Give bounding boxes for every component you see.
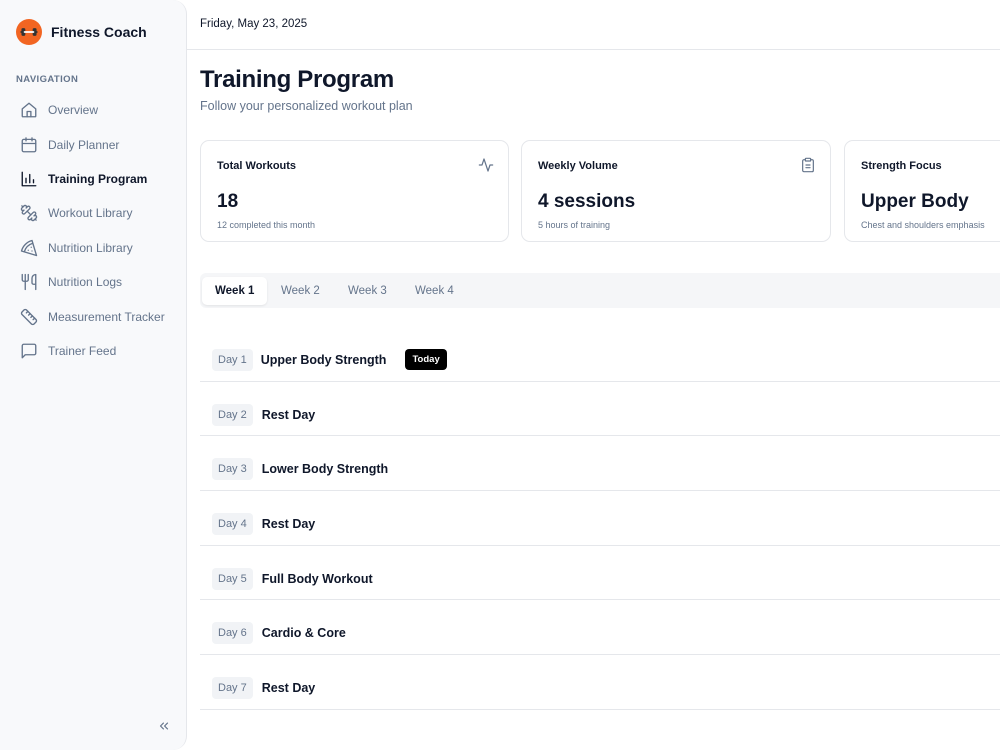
stat-card-note: 5 hours of training xyxy=(538,220,611,230)
sidebar-item-training-program[interactable]: Training Program xyxy=(12,162,177,196)
sidebar-item-daily-planner[interactable]: Daily Planner xyxy=(12,127,177,161)
day-title: Cardio & Core xyxy=(261,626,346,641)
day-row[interactable]: Day 3 Lower Body Strength xyxy=(200,436,1000,492)
message-square-icon xyxy=(21,343,37,359)
sidebar-item-workout-library[interactable]: Workout Library xyxy=(12,196,177,230)
utensils-icon xyxy=(21,273,37,291)
day-title: Full Body Workout xyxy=(261,571,373,586)
week-tabs: Week 1 Week 2 Week 3 Week 4 xyxy=(200,273,1000,308)
day-chip: Day 3 xyxy=(212,458,253,481)
sidebar-item-label: Nutrition Library xyxy=(48,240,133,255)
collapse-sidebar-button[interactable] xyxy=(154,716,174,736)
stat-card-value: Upper Body xyxy=(861,191,969,212)
pizza-icon xyxy=(20,239,38,256)
stat-card-note: 12 completed this month xyxy=(217,220,316,230)
brand[interactable]: Fitness Coach xyxy=(16,19,147,45)
sidebar-nav: Overview Daily Planner Training Program … xyxy=(12,93,177,368)
day-chip: Day 1 xyxy=(212,348,253,371)
dumbbell-icon xyxy=(20,205,38,222)
day-row[interactable]: Day 2 Rest Day xyxy=(200,382,1000,437)
stat-card-strength-focus: Strength Focus Upper Body Chest and shou… xyxy=(844,140,1000,242)
tab-week-4[interactable]: Week 4 xyxy=(402,277,467,305)
sidebar-item-overview[interactable]: Overview xyxy=(12,93,177,127)
day-title: Upper Body Strength xyxy=(260,352,387,367)
page-title: Training Program xyxy=(200,66,394,93)
sidebar-item-label: Measurement Tracker xyxy=(48,309,165,324)
day-list: Day 1 Upper Body Strength Today Day 2 Re… xyxy=(200,327,1000,710)
stat-card-title: Total Workouts xyxy=(217,160,297,172)
day-title: Rest Day xyxy=(261,516,316,531)
chevrons-left-icon xyxy=(159,722,169,730)
stat-card-title: Strength Focus xyxy=(861,160,942,172)
sidebar-item-label: Daily Planner xyxy=(48,137,120,152)
calendar-icon xyxy=(21,136,37,153)
day-title: Rest Day xyxy=(261,680,316,695)
stat-card-weekly-volume: Weekly Volume 4 sessions 5 hours of trai… xyxy=(521,140,831,242)
stat-card-value: 4 sessions xyxy=(538,191,636,212)
clipboard-icon xyxy=(802,157,814,173)
sidebar-item-label: Trainer Feed xyxy=(48,343,117,358)
bar-chart-icon xyxy=(21,171,37,187)
day-row[interactable]: Day 1 Upper Body Strength Today xyxy=(200,327,1000,382)
day-chip: Day 7 xyxy=(212,676,253,699)
stat-card-value: 18 xyxy=(217,191,239,212)
ruler-icon xyxy=(20,308,38,325)
sidebar-item-nutrition-library[interactable]: Nutrition Library xyxy=(12,231,177,265)
nav-heading: NAVIGATION xyxy=(16,74,79,85)
top-bar: Friday, May 23, 2025 xyxy=(187,0,1000,50)
tab-week-2[interactable]: Week 2 xyxy=(268,277,333,305)
page-subtitle: Follow your personalized workout plan xyxy=(200,99,413,113)
stat-card-total-workouts: Total Workouts 18 12 completed this mont… xyxy=(200,140,509,242)
day-title: Lower Body Strength xyxy=(261,462,389,477)
today-badge: Today xyxy=(405,349,447,371)
sidebar-item-measurement-tracker[interactable]: Measurement Tracker xyxy=(12,299,177,333)
home-icon xyxy=(21,102,37,118)
sidebar: Fitness Coach NAVIGATION Overview Daily … xyxy=(0,0,187,750)
sidebar-item-label: Workout Library xyxy=(48,206,133,221)
dumbbell-icon xyxy=(16,19,42,45)
tab-week-1[interactable]: Week 1 xyxy=(202,277,268,305)
tab-week-3[interactable]: Week 3 xyxy=(335,277,400,305)
day-chip: Day 2 xyxy=(212,403,253,426)
stat-card-title: Weekly Volume xyxy=(538,160,618,172)
sidebar-item-nutrition-logs[interactable]: Nutrition Logs xyxy=(12,265,177,299)
day-row[interactable]: Day 5 Full Body Workout xyxy=(200,546,1000,601)
sidebar-item-label: Nutrition Logs xyxy=(48,275,123,290)
sidebar-item-label: Training Program xyxy=(48,171,148,186)
day-row[interactable]: Day 4 Rest Day xyxy=(200,491,1000,546)
stat-card-note: Chest and shoulders emphasis xyxy=(861,220,985,230)
app-name: Fitness Coach xyxy=(51,24,147,40)
activity-icon xyxy=(478,158,494,172)
day-row[interactable]: Day 6 Cardio & Core xyxy=(200,600,1000,656)
day-chip: Day 5 xyxy=(212,567,253,590)
app-window: Fitness Coach NAVIGATION Overview Daily … xyxy=(0,0,1000,750)
day-chip: Day 6 xyxy=(212,622,253,645)
sidebar-item-label: Overview xyxy=(48,103,99,118)
day-row[interactable]: Day 7 Rest Day xyxy=(200,655,1000,710)
sidebar-item-trainer-feed[interactable]: Trainer Feed xyxy=(12,334,177,368)
day-title: Rest Day xyxy=(261,407,316,422)
current-date: Friday, May 23, 2025 xyxy=(200,18,308,30)
day-chip: Day 4 xyxy=(212,512,253,535)
